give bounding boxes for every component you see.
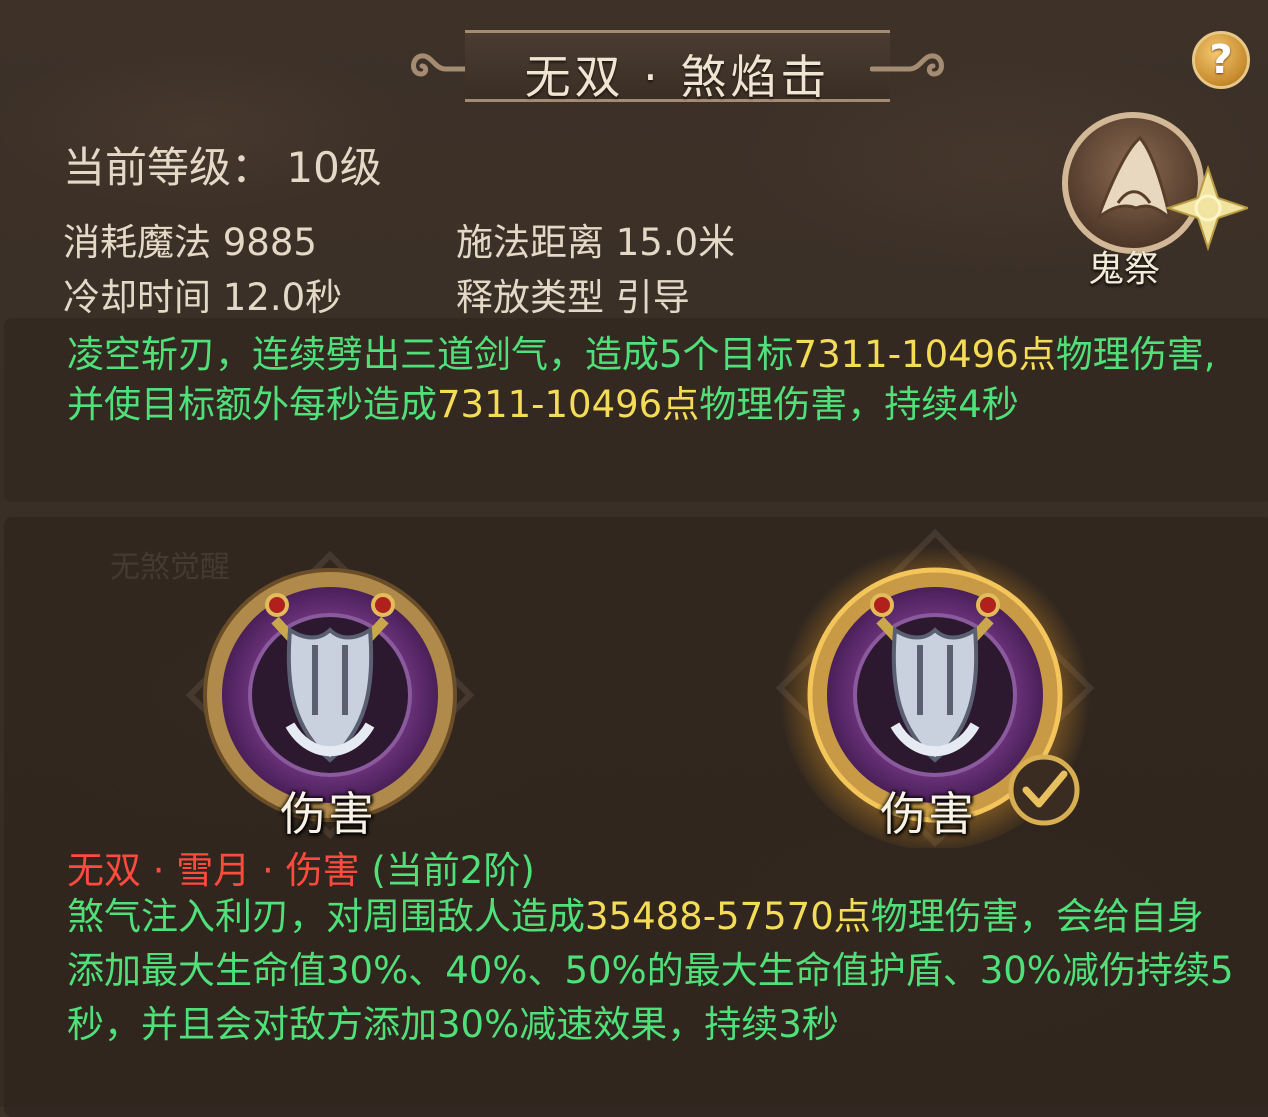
- cast-range: 施法距离 15.0米: [456, 221, 736, 264]
- upgrade-option-label-1: 伤害: [280, 787, 376, 841]
- upgrade-desc-text-1: 煞气注入利刃，对周围敌人造成: [67, 895, 585, 938]
- cast-type: 释放类型 引导: [456, 276, 690, 319]
- checkmark-icon: [1008, 754, 1080, 826]
- upgrade-description: 煞气注入利刃，对周围敌人造成35488-57570点物理伤害，会给自身添加最大生…: [67, 890, 1237, 1052]
- title-plate: 无双 · 煞焰击: [465, 30, 890, 104]
- help-button[interactable]: ?: [1192, 31, 1250, 89]
- skill-title: 无双 · 煞焰击: [524, 50, 831, 104]
- desc-value-1: 7311-10496点: [793, 333, 1056, 376]
- current-level: 当前等级： 10级: [63, 143, 382, 192]
- title-banner: 无双 · 煞焰击: [405, 30, 950, 104]
- skill-description: 凌空斩刃，连续劈出三道剑气，造成5个目标7311-10496点物理伤害,并使目标…: [67, 330, 1247, 430]
- cloud-scroll-right-icon: [870, 53, 944, 77]
- desc-value-2: 7311-10496点: [437, 383, 700, 426]
- mana-cost: 消耗魔法 9885: [63, 221, 317, 264]
- current-upgrade-title: 无双 · 雪月 · 伤害 (当前2阶): [67, 840, 535, 894]
- cooldown-time: 冷却时间 12.0秒: [63, 276, 343, 319]
- desc-text-3: 物理伤害，持续4秒: [699, 383, 1019, 426]
- school-badge-label: 鬼祭: [1088, 249, 1161, 290]
- upgrade-name: 无双 · 雪月 · 伤害: [67, 849, 360, 892]
- upgrade-option-label-2: 伤害: [880, 787, 976, 841]
- upgrade-desc-value-1: 35488-57570点: [585, 895, 871, 938]
- desc-text-1: 凌空斩刃，连续劈出三道剑气，造成5个目标: [67, 333, 794, 376]
- upgrade-stage: (当前2阶): [371, 849, 535, 892]
